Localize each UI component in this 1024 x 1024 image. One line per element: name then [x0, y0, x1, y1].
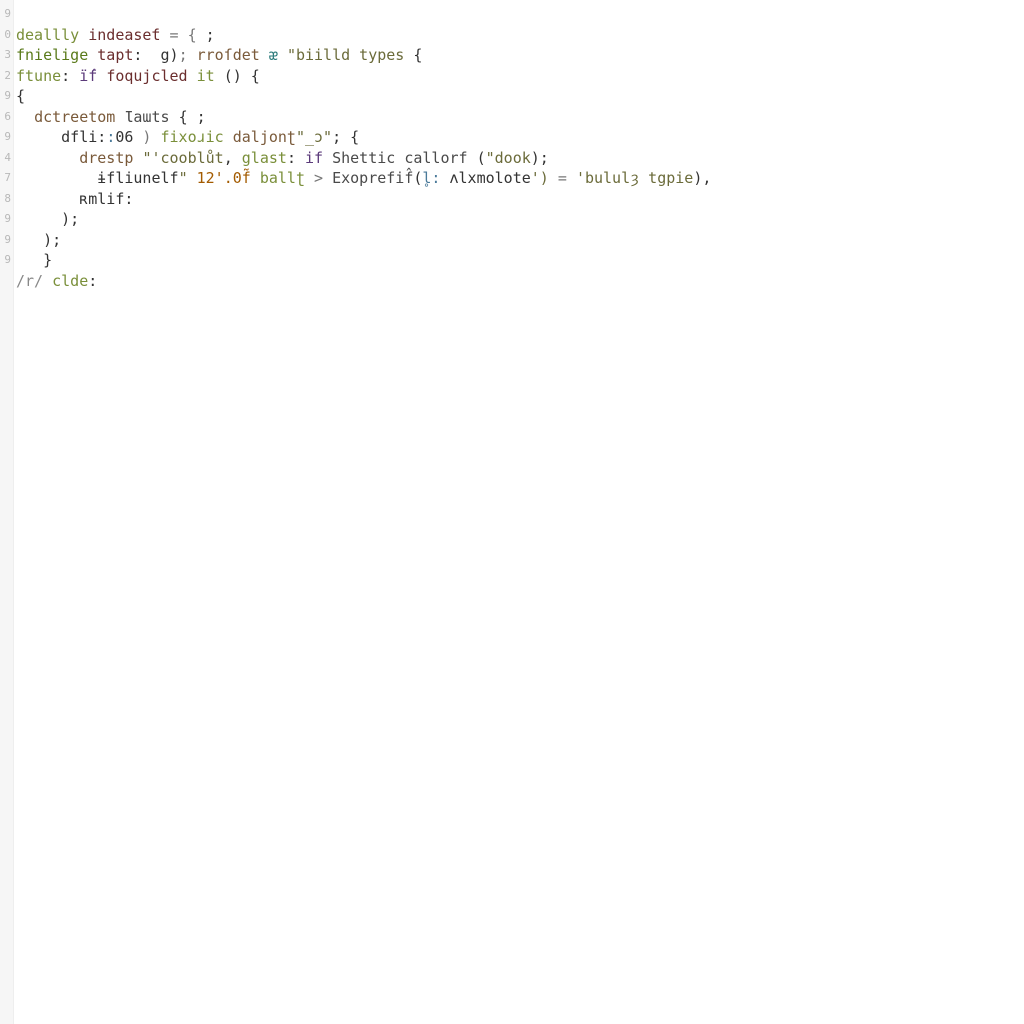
token: fixoɹic	[161, 128, 233, 146]
line-number: 8	[0, 189, 13, 210]
token: );	[16, 210, 79, 228]
line-number: 9	[0, 4, 13, 25]
token: dfli:	[61, 128, 106, 146]
code-line[interactable]: dctreetom Ɩaɯts { ;	[16, 107, 1024, 128]
token: "'cooblůt	[142, 149, 223, 167]
token: =	[558, 169, 576, 187]
line-number: 7	[0, 168, 13, 189]
line-number: 9	[0, 86, 13, 107]
token: );	[531, 149, 549, 167]
token: deallly	[16, 26, 88, 44]
token: ballʈ	[260, 169, 314, 187]
code-line[interactable]: fnielige tapt: g); rroſdet ᴂ "biilld typ…	[16, 45, 1024, 66]
line-number-gutter: 9032969478999	[0, 0, 14, 1024]
token: daljonʈ	[233, 128, 296, 146]
line-number: 9	[0, 209, 13, 230]
code-line[interactable]	[16, 4, 1024, 25]
token: 'bululȝ tgpie	[576, 169, 693, 187]
token: it	[197, 67, 224, 85]
token: ḯf	[79, 67, 106, 85]
token: drestp	[79, 149, 142, 167]
token: {	[16, 87, 25, 105]
token: :	[61, 67, 79, 85]
token: tapt	[97, 46, 133, 64]
code-line[interactable]: );	[16, 209, 1024, 230]
token: ʀmlif:	[79, 190, 133, 208]
token	[16, 169, 97, 187]
token: "biilld types	[287, 46, 413, 64]
line-number: 6	[0, 107, 13, 128]
line-number: 0	[0, 25, 13, 46]
token: clde	[52, 272, 88, 290]
token: 06	[115, 128, 133, 146]
token: "_ɔ"	[296, 128, 332, 146]
token: 12'.0f̃	[197, 169, 260, 187]
token: "	[179, 169, 197, 187]
line-number: 9	[0, 250, 13, 271]
token: ʌlxmolote	[450, 169, 531, 187]
token: :	[287, 149, 305, 167]
code-line[interactable]: deallly indeaseƭ = { ;	[16, 25, 1024, 46]
token: ; {	[332, 128, 359, 146]
line-number: 9	[0, 127, 13, 148]
token: () {	[224, 67, 260, 85]
token: l̥:	[422, 169, 449, 187]
token: (	[477, 149, 486, 167]
code-line[interactable]: );	[16, 230, 1024, 251]
code-line[interactable]: ftune: ḯf foqujcled it () {	[16, 66, 1024, 87]
token: dctreetom	[34, 108, 124, 126]
token: glast	[242, 149, 287, 167]
code-line[interactable]: {	[16, 86, 1024, 107]
token: ;	[206, 26, 215, 44]
token: ),	[693, 169, 711, 187]
token: :	[133, 46, 160, 64]
token	[16, 108, 34, 126]
line-number: 9	[0, 230, 13, 251]
code-editor[interactable]: 9032969478999 deallly indeaseƭ = { ;fnie…	[0, 0, 1024, 1024]
token: indeaseƭ	[88, 26, 160, 44]
token: Ɩaɯts	[124, 108, 178, 126]
code-line[interactable]: /r/ clde:	[16, 271, 1024, 292]
code-line[interactable]: ʀmlif:	[16, 189, 1024, 210]
line-number: 3	[0, 45, 13, 66]
token	[16, 128, 61, 146]
token: ,	[224, 149, 242, 167]
code-line[interactable]: dfli::06 ) fixoɹic daljonʈ"_ɔ"; {	[16, 127, 1024, 148]
token: if	[305, 149, 332, 167]
token: );	[16, 231, 61, 249]
token: >	[314, 169, 332, 187]
token: fnielige	[16, 46, 97, 64]
token: ɨfliunelf	[97, 169, 178, 187]
token: "dook	[486, 149, 531, 167]
token: { ;	[179, 108, 206, 126]
token: :	[88, 272, 97, 290]
token: /r/	[16, 272, 52, 290]
token: }	[16, 251, 52, 269]
line-number: 2	[0, 66, 13, 87]
token	[16, 149, 79, 167]
token: {	[413, 46, 422, 64]
token: ;	[179, 46, 197, 64]
token: Exoprefif̂	[332, 169, 413, 187]
token	[16, 190, 79, 208]
token: rroſdet	[197, 46, 269, 64]
line-number: 4	[0, 148, 13, 169]
token: :	[106, 128, 115, 146]
token: ')	[531, 169, 558, 187]
code-line[interactable]: ɨfliunelf" 12'.0f̃ ballʈ > Exoprefif̂(l̥…	[16, 168, 1024, 189]
code-line[interactable]: drestp "'cooblůt, glast: if Shettic call…	[16, 148, 1024, 169]
token: )	[133, 128, 160, 146]
token: foqujcled	[106, 67, 196, 85]
token: Shettic callorf	[332, 149, 477, 167]
code-area[interactable]: deallly indeaseƭ = { ;fnielige tapt: g);…	[14, 0, 1024, 1024]
token: ᴂ	[269, 46, 287, 64]
token: g)	[161, 46, 179, 64]
token: = {	[161, 26, 206, 44]
token: ftune	[16, 67, 61, 85]
code-line[interactable]: }	[16, 250, 1024, 271]
